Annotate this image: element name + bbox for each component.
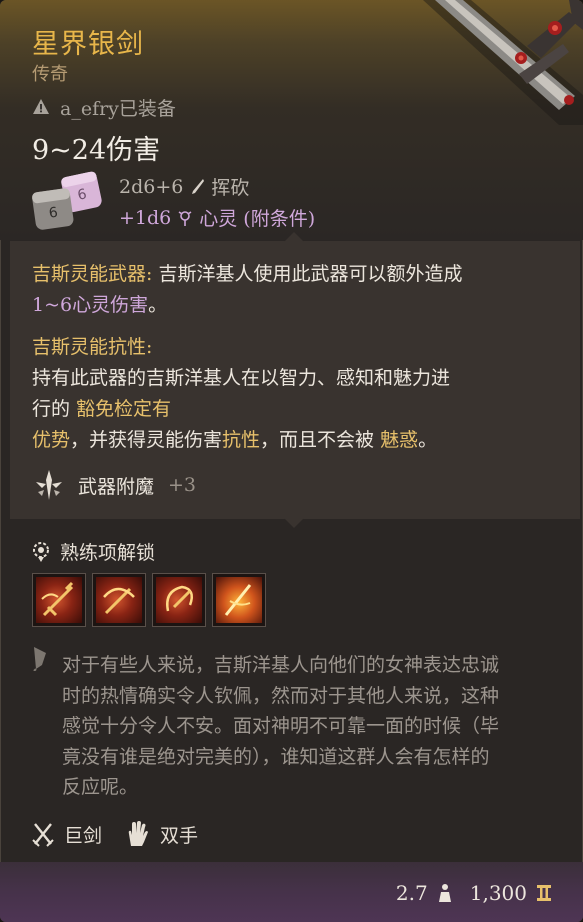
damage-dice: 2d6+6 (119, 175, 184, 198)
damage-line-psychic: +1d6 心灵 (附条件) (119, 204, 315, 231)
weight-price: 2.7 1,300 (396, 881, 553, 905)
weapon-tags: 巨剑 双手 (32, 820, 220, 848)
lore-line: 时的热情确实令人钦佩，然而对于其他人来说，这种 (62, 684, 500, 707)
enchantment-icon (36, 470, 62, 500)
lore-line: 竟没有谁是绝对完美的），谁知道这群人会有怎样的 (62, 745, 490, 768)
ability-text: 。 (148, 294, 168, 316)
equipped-status: a_efry已装备 (32, 94, 176, 120)
skill-slot-4[interactable] (212, 573, 266, 627)
warning-icon (33, 99, 49, 114)
tooltip-footer: 2.7 1,300 (0, 862, 583, 922)
damage-range: 9~24伤害 (32, 135, 161, 166)
crossed-swords-icon (32, 823, 54, 847)
skill-slot-2[interactable] (92, 573, 146, 627)
lore-line: 反应呢。 (62, 776, 139, 798)
price-value: 1,300 (469, 881, 527, 905)
charmed-link[interactable]: 魅惑 (380, 429, 418, 451)
psionic-weapon-line2: 1~6心灵伤害。 (32, 290, 167, 321)
item-name: 星界银剑 (32, 29, 144, 60)
ability-text: 吉斯洋基人使用此武器可以额外造成 (152, 263, 463, 285)
enchantment-value: +3 (168, 474, 197, 496)
skill-icons (32, 573, 266, 627)
skill-slot-1[interactable] (32, 573, 86, 627)
damage-type: 挥砍 (211, 177, 250, 199)
tag-handedness[interactable]: 双手 (124, 820, 198, 848)
damage-line-slashing: 2d6+6 挥砍 (119, 173, 249, 200)
skill-4-icon (224, 584, 252, 616)
equipped-label: a_efry已装备 (60, 97, 176, 120)
psionic-resistance-line2: 行的 豁免检定有 (32, 394, 171, 425)
psychic-icon (178, 210, 192, 226)
psionic-resistance-title: 吉斯灵能抗性: (32, 336, 153, 358)
slashing-icon (192, 178, 205, 194)
damage-dice: +1d6 (119, 206, 172, 229)
handedness-label: 双手 (160, 824, 199, 847)
tag-weapon-type[interactable]: 巨剑 (32, 820, 102, 848)
lore-text: 对于有些人来说，吉斯洋基人向他们的女神表达忠诚 时的热情确实令人钦佩，然而对于其… (62, 650, 499, 803)
advantage-link[interactable]: 优势 (32, 429, 70, 451)
weapon-enchantment: 武器附魔 +3 (32, 468, 196, 502)
weight-icon (438, 884, 451, 902)
weapon-type-label: 巨剑 (64, 824, 103, 847)
psionic-resistance-line1: 持有此武器的吉斯洋基人在以智力、感知和魅力进 (32, 367, 451, 389)
proficiency-header: 熟练项解锁 (32, 538, 155, 565)
divider-notch (284, 518, 304, 528)
ability-text: ，并获得灵能伤害 (70, 429, 223, 451)
ability-text: 行的 (32, 398, 77, 420)
proficiency-icon (33, 541, 49, 562)
skill-3-icon (166, 585, 193, 612)
damage-type: 心灵 (附条件) (199, 208, 316, 230)
ability-text: 。 (418, 429, 438, 451)
item-tooltip: 星界银剑 传奇 a_efry已装备 9~24伤害 6 6 2d6+6 挥砍 +1… (0, 0, 583, 922)
psionic-weapon-line1: 吉斯灵能武器: 吉斯洋基人使用此武器可以额外造成 (32, 259, 462, 290)
divider-notch (284, 232, 304, 242)
lore-line: 感觉十分令人不安。面对神明不可靠一面的时候（毕 (62, 715, 500, 737)
enchantment-label: 武器附魔 (78, 475, 155, 498)
sword-artwork (423, 0, 583, 125)
ability-title: 吉斯灵能武器: (32, 263, 153, 285)
quill-icon (33, 647, 46, 671)
saving-throw-link[interactable]: 豁免检定有 (76, 398, 171, 420)
gold-coin-icon (537, 885, 551, 901)
psionic-resistance-line3: 优势，并获得灵能伤害抗性，而且不会被 魅惑。 (32, 425, 437, 456)
item-rarity: 传奇 (32, 64, 68, 85)
dice-icon: 6 6 (32, 171, 102, 230)
hand-icon (128, 821, 149, 846)
lore-line: 对于有些人来说，吉斯洋基人向他们的女神表达忠诚 (62, 654, 500, 676)
proficiency-label: 熟练项解锁 (60, 542, 156, 564)
skill-slot-3[interactable] (152, 573, 206, 627)
skill-2-icon (103, 587, 135, 615)
ability-text: ，而且不会被 (260, 429, 381, 451)
resistance-link[interactable]: 抗性 (222, 429, 260, 451)
skill-1-icon (41, 581, 74, 617)
weight-value: 2.7 (395, 881, 428, 905)
ability-highlight: 1~6心灵伤害 (32, 294, 149, 316)
